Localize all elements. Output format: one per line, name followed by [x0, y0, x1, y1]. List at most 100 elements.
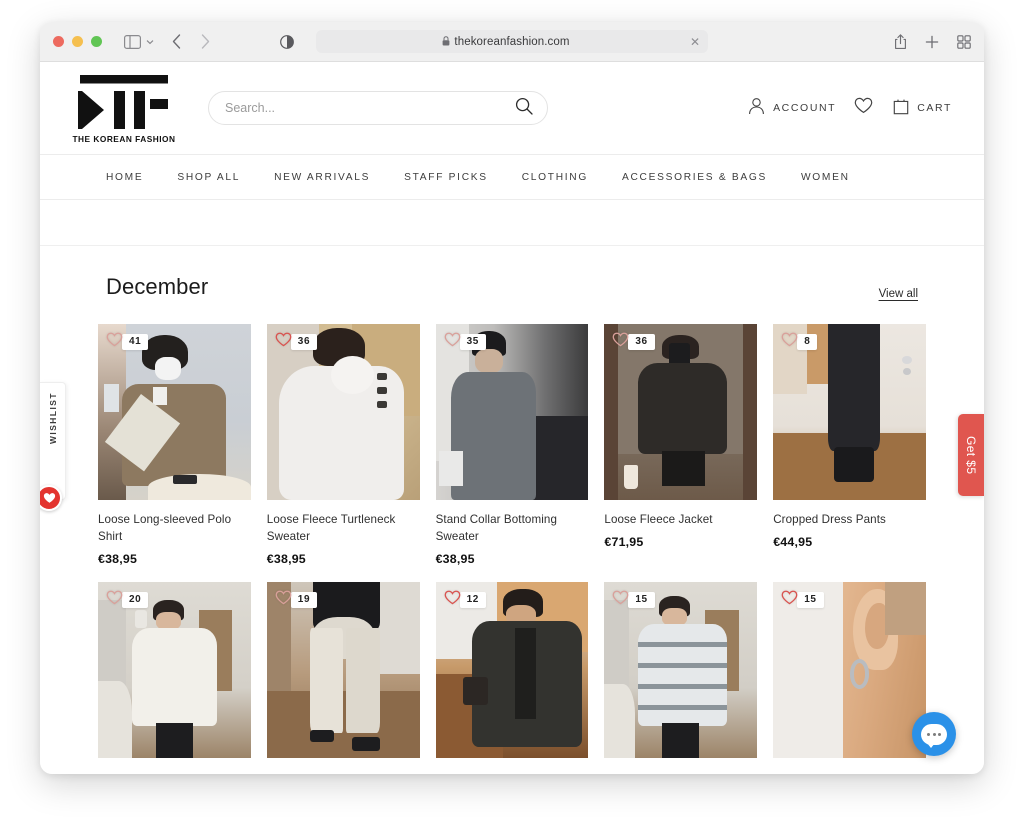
ktf-monogram-logo: [78, 74, 168, 129]
account-link[interactable]: ACCOUNT: [748, 97, 836, 120]
cart-link[interactable]: CART: [893, 97, 952, 120]
wishlist-badge[interactable]: 15: [781, 590, 824, 610]
heart-icon: [106, 332, 123, 352]
like-count: 8: [797, 334, 818, 350]
get-discount-label: Get $5: [964, 435, 978, 475]
user-icon: [748, 97, 765, 120]
product-card[interactable]: 15: [604, 582, 758, 758]
site-header: THE KOREAN FASHION Search... ACCOUNT CAR…: [40, 62, 984, 154]
product-card[interactable]: 12: [435, 582, 589, 758]
account-label: ACCOUNT: [773, 102, 837, 114]
like-count: 35: [459, 334, 486, 350]
heart-icon: [612, 332, 629, 352]
wishlist-side-tab[interactable]: WISHLIST: [40, 382, 66, 511]
nav-item-clothing[interactable]: CLOTHING: [505, 172, 605, 183]
zoom-window-button[interactable]: [91, 36, 102, 47]
product-title[interactable]: Loose Fleece Turtleneck Sweater: [267, 511, 420, 545]
navigation-arrows[interactable]: [172, 34, 210, 49]
header-actions: ACCOUNT CART: [748, 97, 956, 120]
chat-bubble-icon: [921, 723, 947, 748]
heart-icon: [106, 590, 123, 610]
chevron-down-icon[interactable]: [146, 39, 154, 45]
heart-icon: [444, 590, 461, 610]
toolbar-actions: [894, 33, 971, 50]
product-title[interactable]: Stand Collar Bottoming Sweater: [436, 511, 589, 545]
like-count: 20: [122, 592, 149, 608]
product-title[interactable]: Loose Long-sleeved Polo Shirt: [98, 511, 251, 545]
collection-section: December View all 41 Loose Long-sleeved …: [40, 246, 984, 758]
product-card[interactable]: 20: [98, 582, 251, 758]
search-box[interactable]: [208, 91, 548, 125]
search-input[interactable]: [225, 101, 515, 115]
like-count: 15: [797, 592, 824, 608]
site-logo[interactable]: THE KOREAN FASHION: [68, 73, 180, 144]
nav-item-new-arrivals[interactable]: NEW ARRIVALS: [257, 172, 387, 183]
plus-icon[interactable]: [925, 35, 939, 49]
address-bar-container: thekoreanfashion.com ✕: [280, 30, 708, 53]
heart-icon: [275, 590, 292, 610]
page-root: thekoreanfashion.com ✕ THE KOREAN FASHIO…: [0, 0, 1024, 829]
nav-item-shop-all[interactable]: SHOP ALL: [160, 172, 257, 183]
collection-header: December View all: [68, 274, 956, 300]
like-count: 36: [290, 334, 318, 350]
heart-icon: [444, 332, 461, 352]
product-price: €38,95: [266, 552, 306, 566]
product-card[interactable]: 15: [773, 582, 926, 758]
nav-item-accessories-bags[interactable]: ACCESSORIES & BAGS: [605, 172, 784, 183]
view-all-link[interactable]: View all: [879, 288, 918, 300]
address-bar-url: thekoreanfashion.com: [454, 35, 570, 48]
wishlist-badge[interactable]: 15: [612, 590, 655, 610]
product-price: €38,95: [98, 552, 138, 566]
minimize-window-button[interactable]: [72, 36, 83, 47]
heart-icon: [612, 590, 629, 610]
page-title: December: [106, 274, 209, 299]
search-icon[interactable]: [515, 97, 533, 120]
wishlist-badge[interactable]: 19: [275, 590, 318, 610]
product-price: €71,95: [604, 535, 644, 549]
product-card[interactable]: 36 Loose Fleece Turtleneck Sweater €38,9…: [266, 324, 420, 566]
wishlist-badge[interactable]: 36: [612, 332, 655, 352]
product-title[interactable]: Cropped Dress Pants: [773, 511, 926, 528]
close-icon[interactable]: ✕: [690, 36, 700, 48]
browser-window: thekoreanfashion.com ✕ THE KOREAN FASHIO…: [40, 22, 984, 774]
wishlist-badge[interactable]: 12: [444, 590, 486, 610]
product-card[interactable]: 36 Loose Fleece Jacket €71,95: [604, 324, 758, 566]
nav-item-women[interactable]: WOMEN: [784, 172, 867, 183]
wishlist-badge[interactable]: 41: [106, 332, 149, 352]
wishlist-badge[interactable]: 35: [444, 332, 486, 352]
product-card[interactable]: 41 Loose Long-sleeved Polo Shirt €38,95: [98, 324, 251, 566]
logo-wordmark: THE KOREAN FASHION: [72, 133, 176, 144]
close-window-button[interactable]: [53, 36, 64, 47]
product-card[interactable]: 19: [266, 582, 420, 758]
heart-icon: [781, 332, 798, 352]
product-card[interactable]: 35 Stand Collar Bottoming Sweater €38,95: [435, 324, 589, 566]
address-bar[interactable]: thekoreanfashion.com ✕: [316, 30, 708, 53]
tab-grid-icon[interactable]: [957, 34, 971, 49]
reader-view-icon[interactable]: [280, 34, 294, 49]
heart-icon: [275, 332, 292, 352]
like-count: 19: [290, 592, 318, 608]
wishlist-badge[interactable]: 8: [781, 332, 818, 352]
shopping-bag-icon: [893, 97, 909, 120]
chat-widget-button[interactable]: [912, 712, 956, 756]
nav-item-home[interactable]: HOME: [68, 172, 160, 183]
sidebar-toggle-button[interactable]: [124, 34, 154, 49]
wishlist-badge[interactable]: 20: [106, 590, 149, 610]
nav-item-staff-picks[interactable]: STAFF PICKS: [387, 172, 505, 183]
get-discount-tab[interactable]: Get $5: [958, 414, 984, 496]
forward-arrow-icon[interactable]: [201, 34, 210, 49]
like-count: 36: [628, 334, 655, 350]
wishlist-badge[interactable]: 36: [275, 332, 318, 352]
window-controls[interactable]: [53, 36, 102, 47]
cart-label: CART: [917, 102, 952, 114]
website-viewport: THE KOREAN FASHION Search... ACCOUNT CAR…: [40, 62, 984, 774]
share-icon[interactable]: [894, 33, 907, 50]
main-navigation: HOME SHOP ALL NEW ARRIVALS STAFF PICKS C…: [40, 154, 984, 200]
back-arrow-icon[interactable]: [172, 34, 181, 49]
wishlist-heart-icon[interactable]: [854, 97, 873, 119]
product-card[interactable]: 8 Cropped Dress Pants €44,95: [773, 324, 926, 566]
sidebar-toggle-icon: [124, 34, 141, 49]
lock-icon: [442, 33, 450, 51]
heart-icon: [43, 493, 55, 503]
product-title[interactable]: Loose Fleece Jacket: [604, 511, 757, 528]
